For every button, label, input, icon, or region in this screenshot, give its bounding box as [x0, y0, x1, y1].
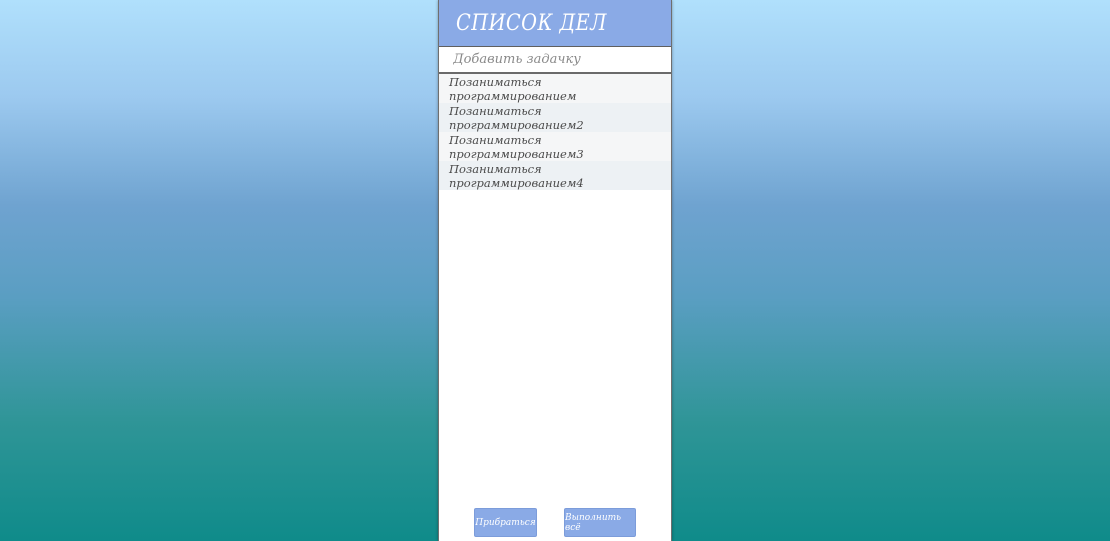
page-title: СПИСОК ДЕЛ — [456, 10, 607, 36]
new-task-input[interactable] — [439, 47, 671, 72]
task-item[interactable]: Позаниматься программированием — [439, 74, 671, 103]
task-item[interactable]: Позаниматься программированием4 — [439, 161, 671, 190]
task-label: Позаниматься программированием4 — [449, 161, 584, 190]
task-item[interactable]: Позаниматься программированием3 — [439, 132, 671, 161]
app-footer: Прибраться Выполнить всё — [439, 508, 671, 538]
task-item[interactable]: Позаниматься программированием2 — [439, 103, 671, 132]
task-label: Позаниматься программированием — [449, 74, 577, 103]
new-task-field-wrapper — [439, 47, 671, 74]
clean-up-button[interactable]: Прибраться — [474, 508, 537, 537]
app-header: СПИСОК ДЕЛ — [439, 0, 671, 47]
task-label: Позаниматься программированием2 — [449, 103, 584, 132]
task-label: Позаниматься программированием3 — [449, 132, 584, 161]
todo-app: СПИСОК ДЕЛ Позаниматься программирование… — [438, 0, 672, 541]
task-list: Позаниматься программированием Позанимат… — [439, 74, 671, 190]
complete-all-button[interactable]: Выполнить всё — [564, 508, 636, 537]
